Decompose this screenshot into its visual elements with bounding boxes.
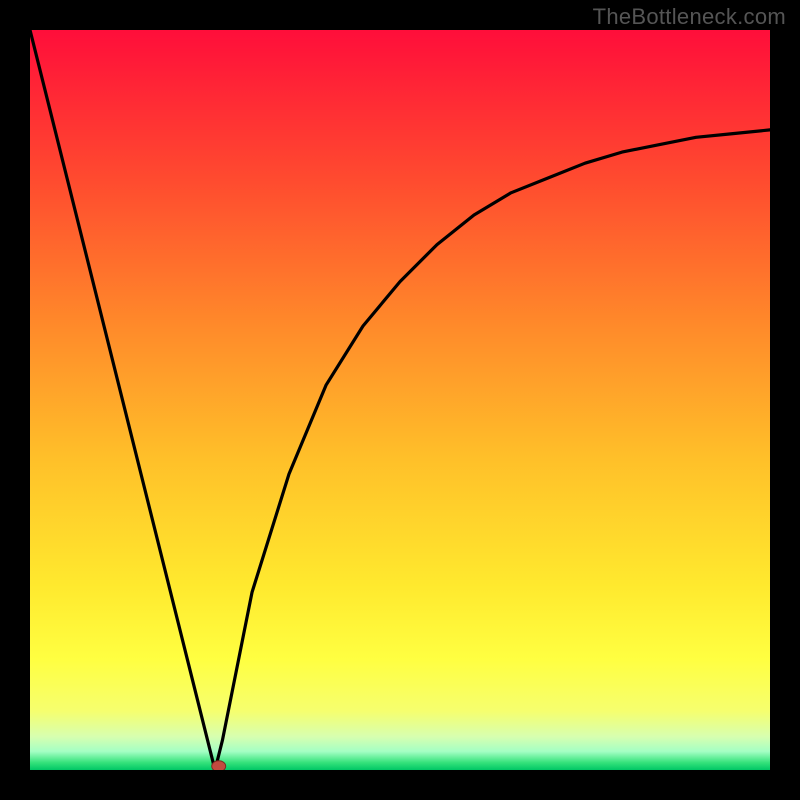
watermark-text: TheBottleneck.com — [593, 4, 786, 30]
plot-area — [30, 30, 770, 770]
optimum-marker — [212, 761, 226, 770]
gradient-background — [30, 30, 770, 770]
bottleneck-chart — [30, 30, 770, 770]
chart-frame: TheBottleneck.com — [0, 0, 800, 800]
